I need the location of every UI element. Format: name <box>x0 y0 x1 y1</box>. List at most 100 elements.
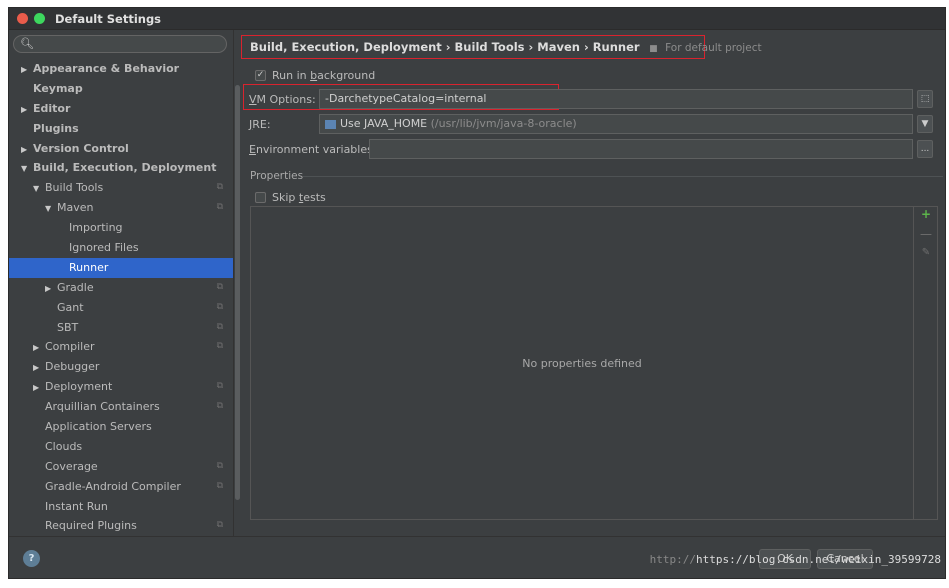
chevron-right-icon[interactable]: ▶ <box>33 338 45 358</box>
help-icon[interactable]: ? <box>23 550 40 567</box>
chevron-right-icon[interactable]: ▶ <box>21 140 33 160</box>
dialog-footer: ? OK Cancel http://https://blog.csdn.net… <box>9 536 945 578</box>
env-variables-label: Environment variables: <box>249 143 377 156</box>
vm-options-field[interactable]: -DarchetypeCatalog=internal <box>319 89 913 109</box>
project-level-icon: ⧉ <box>216 281 223 292</box>
remove-icon[interactable]: — <box>914 227 938 241</box>
sidebar-item-instant-run[interactable]: Instant Run <box>9 497 233 517</box>
checkbox-unchecked-icon <box>255 192 266 203</box>
chevron-down-icon[interactable]: ▼ <box>33 179 45 199</box>
properties-toolbar: + — ✎ <box>914 206 938 520</box>
folder-icon <box>325 119 336 129</box>
sidebar-item-label: Arquillian Containers <box>45 400 160 414</box>
expand-vm-options-button[interactable]: ⬚ <box>917 90 933 108</box>
sidebar-item-label: Required Plugins <box>45 519 137 533</box>
sidebar-item-label: Importing <box>69 221 123 235</box>
sidebar-item-appearance-behavior[interactable]: ▶ Appearance & Behavior <box>9 59 233 79</box>
sidebar-scrollbar[interactable] <box>233 30 240 536</box>
run-in-background-label: Run in background <box>272 69 376 82</box>
sidebar-item-compiler[interactable]: ▶ Compiler ⧉ <box>9 337 233 357</box>
sidebar-item-label: Appearance & Behavior <box>33 62 180 75</box>
sidebar-item-label: Instant Run <box>45 499 108 513</box>
sidebar-item-arquillian-containers[interactable]: Arquillian Containers ⧉ <box>9 397 233 417</box>
sidebar-item-importing[interactable]: Importing <box>9 218 233 238</box>
sidebar-item-label: Editor <box>33 101 71 115</box>
scrollbar-thumb[interactable] <box>235 85 240 500</box>
settings-tree: ▶ Appearance & Behavior Keymap ▶ Editor Plugi… <box>9 59 233 536</box>
project-level-icon: ⧉ <box>216 182 223 193</box>
chevron-right-icon[interactable]: ▶ <box>45 279 57 299</box>
project-level-icon: ⧉ <box>216 341 223 352</box>
sidebar-item-label: Application Servers <box>45 420 152 434</box>
project-level-icon: ⧉ <box>216 480 223 491</box>
sidebar-item-gradle[interactable]: ▶ Gradle ⧉ <box>9 278 233 298</box>
chevron-right-icon[interactable]: ▶ <box>21 100 33 120</box>
sidebar-item-gant[interactable]: Gant ⧉ <box>9 298 233 318</box>
project-level-icon: ⧉ <box>216 381 223 392</box>
jre-select[interactable]: Use JAVA_HOME (/usr/lib/jvm/java-8-oracl… <box>319 114 913 134</box>
sidebar-item-ignored-files[interactable]: Ignored Files <box>9 238 233 258</box>
checkbox-checked-icon: ✓ <box>255 70 266 81</box>
add-icon[interactable]: + <box>914 207 938 221</box>
sidebar-item-coverage[interactable]: Coverage ⧉ <box>9 457 233 477</box>
sidebar-item-editor[interactable]: ▶ Editor <box>9 99 233 119</box>
breadcrumb-path: Build, Execution, Deployment › Build Too… <box>250 40 640 54</box>
skip-tests-checkbox[interactable]: Skip tests <box>255 191 326 204</box>
chevron-down-icon[interactable]: ▼ <box>21 159 33 179</box>
sidebar-item-build-tools[interactable]: ▼ Build Tools ⧉ <box>9 178 233 198</box>
sidebar-item-label: Clouds <box>45 439 83 453</box>
project-level-icon: ⧉ <box>216 301 223 312</box>
chevron-down-icon[interactable]: ▼ <box>45 199 57 219</box>
chevron-down-icon[interactable]: ▼ <box>917 115 933 133</box>
sidebar-item-version-control[interactable]: ▶ Version Control <box>9 139 233 159</box>
window-title: Default Settings <box>55 11 162 26</box>
sidebar-item-label: Plugins <box>33 121 79 135</box>
sidebar-item-application-servers[interactable]: Application Servers <box>9 417 233 437</box>
title-bar: Default Settings <box>9 8 945 30</box>
search-icon: 🔍︎ <box>20 37 34 50</box>
project-icon: ■ <box>649 44 658 54</box>
properties-section-title: Properties <box>250 170 304 182</box>
sidebar-item-label: Coverage <box>45 459 98 473</box>
edit-icon[interactable]: ✎ <box>914 247 938 258</box>
properties-divider <box>303 176 943 177</box>
chevron-right-icon[interactable]: ▶ <box>33 358 45 378</box>
sidebar-item-required-plugins[interactable]: Required Plugins ⧉ <box>9 516 233 536</box>
sidebar-item-runner[interactable]: Runner <box>9 257 233 278</box>
empty-state-text: No properties defined <box>522 356 642 370</box>
sidebar-item-label: Runner <box>69 260 109 274</box>
sidebar-item-label: Build, Execution, Deployment <box>33 161 217 175</box>
settings-search-input[interactable]: 🔍︎ <box>13 35 227 53</box>
sidebar-item-label: Gant <box>57 300 84 314</box>
chevron-right-icon[interactable]: ▶ <box>33 378 45 398</box>
sidebar-item-debugger[interactable]: ▶ Debugger <box>9 357 233 377</box>
sidebar-item-clouds[interactable]: Clouds <box>9 437 233 457</box>
jre-value: Use JAVA_HOME <box>340 117 428 130</box>
jre-path: (/usr/lib/jvm/java-8-oracle) <box>430 117 577 130</box>
sidebar-item-label: Deployment <box>45 380 113 394</box>
project-level-icon: ⧉ <box>216 321 223 332</box>
sidebar-item-label: Version Control <box>33 141 129 155</box>
properties-table[interactable]: No properties defined <box>250 206 914 520</box>
project-level-icon: ⧉ <box>216 202 223 213</box>
sidebar-item-build-execution-deployment[interactable]: ▼ Build, Execution, Deployment <box>9 158 233 178</box>
sidebar-item-sbt[interactable]: SBT ⧉ <box>9 318 233 338</box>
close-window-button[interactable] <box>17 13 28 24</box>
sidebar-item-maven[interactable]: ▼ Maven ⧉ <box>9 198 233 218</box>
sidebar-item-keymap[interactable]: Keymap <box>9 79 233 99</box>
run-in-background-checkbox[interactable]: ✓ Run in background <box>255 69 375 82</box>
env-variables-field[interactable] <box>369 139 913 159</box>
sidebar-item-label: Build Tools <box>45 181 104 195</box>
sidebar-item-deployment[interactable]: ▶ Deployment ⧉ <box>9 377 233 397</box>
vm-options-label: VM Options: <box>249 93 316 106</box>
maximize-window-button[interactable] <box>34 13 45 24</box>
project-level-icon: ⧉ <box>216 520 223 531</box>
breadcrumb-scope-note: For default project <box>665 42 762 54</box>
sidebar-item-plugins[interactable]: Plugins <box>9 119 233 139</box>
settings-window: Default Settings 🔍︎ ▶ Appearance & Behavi… <box>8 7 946 579</box>
env-variables-browse-button[interactable]: ... <box>917 140 933 158</box>
chevron-right-icon[interactable]: ▶ <box>21 60 33 80</box>
sidebar-item-gradle-android-compiler[interactable]: Gradle-Android Compiler ⧉ <box>9 477 233 497</box>
project-level-icon: ⧉ <box>216 401 223 412</box>
runner-settings-panel: Build, Execution, Deployment › Build Too… <box>241 30 945 536</box>
